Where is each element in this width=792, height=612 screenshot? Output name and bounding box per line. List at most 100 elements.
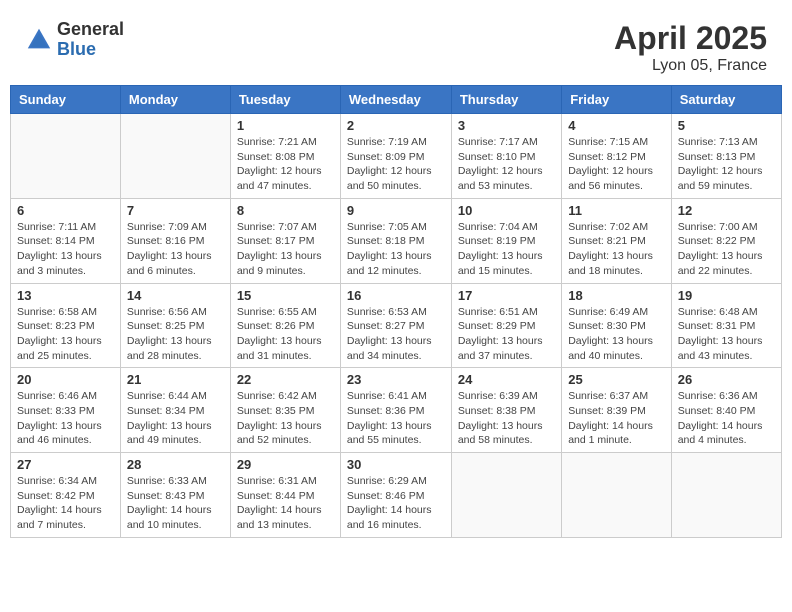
week-row-1: 1 Sunrise: 7:21 AMSunset: 8:08 PMDaylight… [11,114,782,199]
logo: General Blue [25,20,124,60]
calendar-cell: 3 Sunrise: 7:17 AMSunset: 8:10 PMDaylight… [451,114,561,199]
day-number: 1 [237,118,334,133]
day-info: Sunrise: 6:42 AMSunset: 8:35 PMDaylight:… [237,389,334,448]
calendar-cell: 20 Sunrise: 6:46 AMSunset: 8:33 PMDayligh… [11,368,121,453]
day-number: 6 [17,203,114,218]
logo-text: General Blue [57,20,124,60]
day-number: 27 [17,457,114,472]
day-info: Sunrise: 7:15 AMSunset: 8:12 PMDaylight:… [568,135,665,194]
calendar-cell: 4 Sunrise: 7:15 AMSunset: 8:12 PMDaylight… [562,114,672,199]
day-number: 5 [678,118,775,133]
calendar-cell: 13 Sunrise: 6:58 AMSunset: 8:23 PMDayligh… [11,283,121,368]
header-saturday: Saturday [671,86,781,114]
calendar-cell [11,114,121,199]
logo-general-text: General [57,20,124,40]
calendar-cell [562,453,672,538]
day-number: 10 [458,203,555,218]
calendar-cell: 1 Sunrise: 7:21 AMSunset: 8:08 PMDaylight… [230,114,340,199]
calendar-cell: 10Sunrise: 7:04 AMSunset: 8:19 PMDayligh… [451,198,561,283]
logo-icon [25,26,53,54]
day-number: 7 [127,203,224,218]
day-info: Sunrise: 6:55 AMSunset: 8:26 PMDaylight:… [237,305,334,364]
day-number: 4 [568,118,665,133]
day-info: Sunrise: 6:33 AMSunset: 8:43 PMDaylight:… [127,474,224,533]
calendar-cell: 16 Sunrise: 6:53 AMSunset: 8:27 PMDayligh… [340,283,451,368]
calendar-cell: 14 Sunrise: 6:56 AMSunset: 8:25 PMDayligh… [120,283,230,368]
calendar-cell: 23 Sunrise: 6:41 AMSunset: 8:36 PMDayligh… [340,368,451,453]
day-number: 28 [127,457,224,472]
day-number: 14 [127,288,224,303]
calendar-cell [120,114,230,199]
day-info: Sunrise: 7:02 AMSunset: 8:21 PMDaylight:… [568,220,665,279]
month-title: April 2025 [614,20,767,57]
calendar-cell [671,453,781,538]
day-info: Sunrise: 7:05 AMSunset: 8:18 PMDaylight:… [347,220,445,279]
day-info: Sunrise: 6:53 AMSunset: 8:27 PMDaylight:… [347,305,445,364]
calendar-cell: 8Sunrise: 7:07 AMSunset: 8:17 PMDaylight… [230,198,340,283]
calendar-cell: 26 Sunrise: 6:36 AMSunset: 8:40 PMDayligh… [671,368,781,453]
day-info: Sunrise: 6:58 AMSunset: 8:23 PMDaylight:… [17,305,114,364]
day-number: 23 [347,372,445,387]
day-info: Sunrise: 6:31 AMSunset: 8:44 PMDaylight:… [237,474,334,533]
calendar-cell: 27 Sunrise: 6:34 AMSunset: 8:42 PMDayligh… [11,453,121,538]
calendar-cell: 11 Sunrise: 7:02 AMSunset: 8:21 PMDayligh… [562,198,672,283]
day-info: Sunrise: 7:11 AMSunset: 8:14 PMDaylight:… [17,220,114,279]
day-info: Sunrise: 6:29 AMSunset: 8:46 PMDaylight:… [347,474,445,533]
header-wednesday: Wednesday [340,86,451,114]
day-info: Sunrise: 6:51 AMSunset: 8:29 PMDaylight:… [458,305,555,364]
day-info: Sunrise: 7:00 AMSunset: 8:22 PMDaylight:… [678,220,775,279]
week-row-3: 13 Sunrise: 6:58 AMSunset: 8:23 PMDayligh… [11,283,782,368]
calendar-cell: 12 Sunrise: 7:00 AMSunset: 8:22 PMDayligh… [671,198,781,283]
header: General Blue April 2025 Lyon 05, France [10,10,782,80]
location: Lyon 05, France [614,57,767,75]
day-number: 17 [458,288,555,303]
calendar-cell: 18 Sunrise: 6:49 AMSunset: 8:30 PMDayligh… [562,283,672,368]
header-sunday: Sunday [11,86,121,114]
day-number: 30 [347,457,445,472]
day-number: 11 [568,203,665,218]
calendar-cell: 6 Sunrise: 7:11 AMSunset: 8:14 PMDaylight… [11,198,121,283]
day-info: Sunrise: 6:44 AMSunset: 8:34 PMDaylight:… [127,389,224,448]
header-thursday: Thursday [451,86,561,114]
day-number: 29 [237,457,334,472]
day-info: Sunrise: 6:36 AMSunset: 8:40 PMDaylight:… [678,389,775,448]
calendar-cell: 2Sunrise: 7:19 AMSunset: 8:09 PMDaylight… [340,114,451,199]
day-info: Sunrise: 6:41 AMSunset: 8:36 PMDaylight:… [347,389,445,448]
day-number: 12 [678,203,775,218]
day-info: Sunrise: 7:21 AMSunset: 8:08 PMDaylight:… [237,135,334,194]
day-number: 13 [17,288,114,303]
calendar: Sunday Monday Tuesday Wednesday Thursday… [10,85,782,538]
calendar-cell: 5Sunrise: 7:13 AMSunset: 8:13 PMDaylight… [671,114,781,199]
day-info: Sunrise: 7:07 AMSunset: 8:17 PMDaylight:… [237,220,334,279]
title-area: April 2025 Lyon 05, France [614,20,767,75]
day-number: 18 [568,288,665,303]
day-info: Sunrise: 6:48 AMSunset: 8:31 PMDaylight:… [678,305,775,364]
day-info: Sunrise: 6:37 AMSunset: 8:39 PMDaylight:… [568,389,665,448]
day-info: Sunrise: 6:46 AMSunset: 8:33 PMDaylight:… [17,389,114,448]
week-row-4: 20 Sunrise: 6:46 AMSunset: 8:33 PMDayligh… [11,368,782,453]
day-number: 19 [678,288,775,303]
day-number: 24 [458,372,555,387]
calendar-cell: 21Sunrise: 6:44 AMSunset: 8:34 PMDayligh… [120,368,230,453]
day-number: 26 [678,372,775,387]
calendar-cell: 29 Sunrise: 6:31 AMSunset: 8:44 PMDayligh… [230,453,340,538]
day-info: Sunrise: 6:56 AMSunset: 8:25 PMDaylight:… [127,305,224,364]
day-info: Sunrise: 6:49 AMSunset: 8:30 PMDaylight:… [568,305,665,364]
header-friday: Friday [562,86,672,114]
calendar-cell: 30 Sunrise: 6:29 AMSunset: 8:46 PMDayligh… [340,453,451,538]
day-number: 16 [347,288,445,303]
day-info: Sunrise: 6:34 AMSunset: 8:42 PMDaylight:… [17,474,114,533]
day-info: Sunrise: 7:17 AMSunset: 8:10 PMDaylight:… [458,135,555,194]
day-number: 9 [347,203,445,218]
calendar-cell [451,453,561,538]
day-info: Sunrise: 7:19 AMSunset: 8:09 PMDaylight:… [347,135,445,194]
day-number: 3 [458,118,555,133]
week-row-2: 6 Sunrise: 7:11 AMSunset: 8:14 PMDaylight… [11,198,782,283]
calendar-cell: 24 Sunrise: 6:39 AMSunset: 8:38 PMDayligh… [451,368,561,453]
day-info: Sunrise: 7:09 AMSunset: 8:16 PMDaylight:… [127,220,224,279]
day-info: Sunrise: 6:39 AMSunset: 8:38 PMDaylight:… [458,389,555,448]
header-tuesday: Tuesday [230,86,340,114]
day-number: 15 [237,288,334,303]
calendar-cell: 9 Sunrise: 7:05 AMSunset: 8:18 PMDaylight… [340,198,451,283]
day-number: 20 [17,372,114,387]
